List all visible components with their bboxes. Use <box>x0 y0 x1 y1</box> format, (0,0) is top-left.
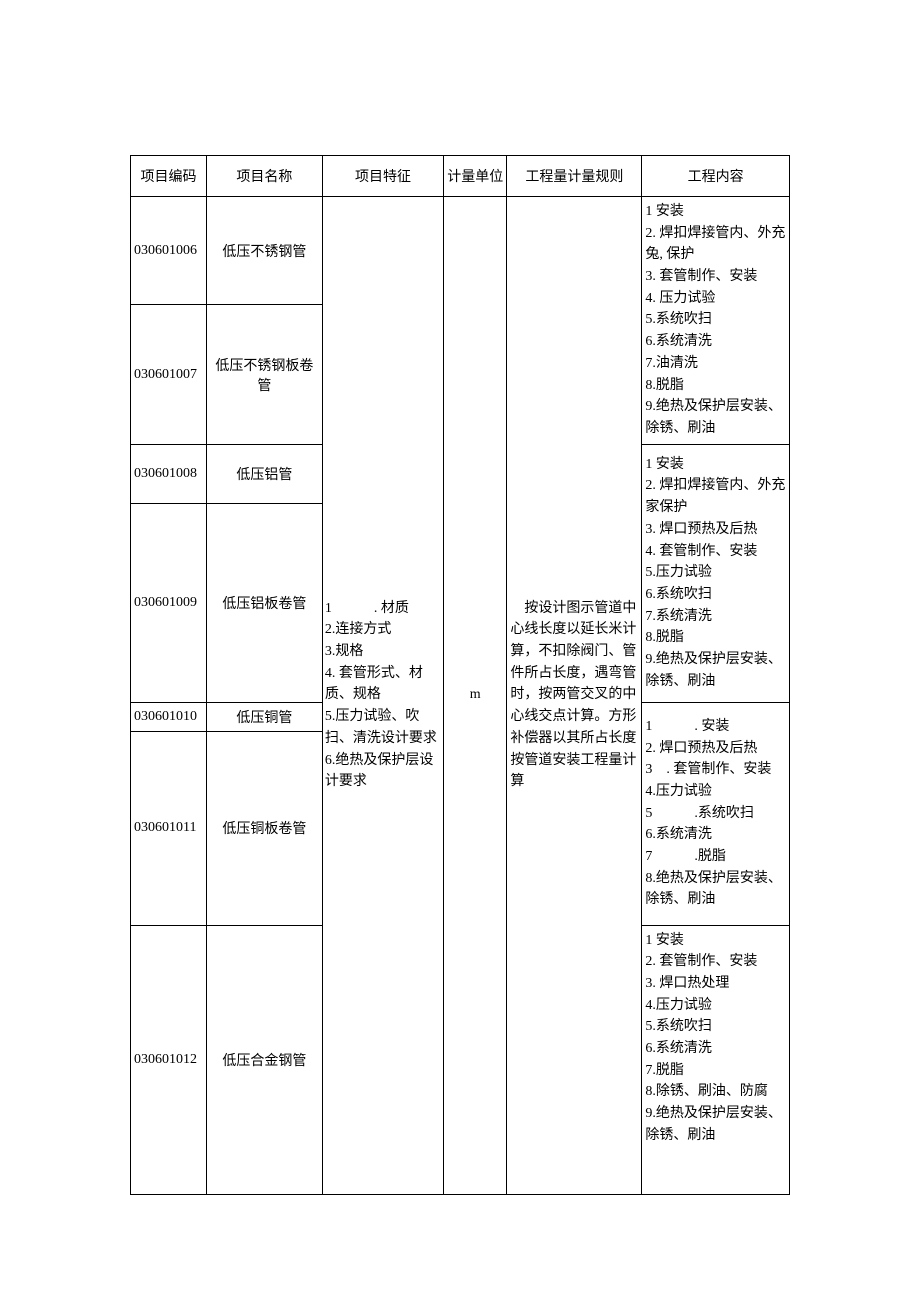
content-line: 8.脱脂 <box>645 375 786 397</box>
content-line: 9.绝热及保护层安装、除锈、刷油 <box>645 1103 786 1146</box>
content-line: 4.压力试验 <box>645 781 786 803</box>
feature-line: 6.绝热及保护层设计要求 <box>325 750 440 793</box>
content-line: 3 . 套管制作、安装 <box>645 759 786 781</box>
spec-table: 项目编码 项目名称 项目特征 计量单位 工程量计量规则 工程内容 0306010… <box>130 155 790 1195</box>
cell-content-b: 1 安装 2. 焊扣焊接管内、外充家保护 3. 焊口预热及后热 4. 套管制作、… <box>642 444 790 702</box>
header-feature: 项目特征 <box>322 156 443 197</box>
cell-content-c: 1 . 安装 2. 焊口预热及后热 3 . 套管制作、安装 4.压力试验 5 .… <box>642 702 790 925</box>
content-line: 6.系统清洗 <box>645 824 786 846</box>
cell-feature: 1 . 材质 2.连接方式 3.规格 4. 套管形式、材质、规格 5.压力试验、… <box>322 197 443 1195</box>
feature-line: 1 . 材质 <box>325 598 440 620</box>
content-line: 5.系统吹扫 <box>645 309 786 331</box>
cell-unit: m <box>444 197 507 1195</box>
cell-name: 低压铝板卷管 <box>206 503 322 702</box>
table-header-row: 项目编码 项目名称 项目特征 计量单位 工程量计量规则 工程内容 <box>131 156 790 197</box>
cell-code: 030601008 <box>131 444 207 503</box>
content-line: 7.脱脂 <box>645 1060 786 1082</box>
content-line: 7 .脱脂 <box>645 846 786 868</box>
feature-line: 4. 套管形式、材质、规格 <box>325 663 440 706</box>
content-line: 5 .系统吹扫 <box>645 803 786 825</box>
content-line: 2. 焊扣焊接管内、外充家保护 <box>645 475 786 518</box>
cell-rule: 按设计图示管道中心线长度以延长米计算，不扣除阀门、管件所占长度，遇弯管时，按两管… <box>507 197 642 1195</box>
content-line: 3. 套管制作、安装 <box>645 266 786 288</box>
cell-name: 低压不锈钢板卷管 <box>206 305 322 444</box>
feature-line: 2.连接方式 <box>325 619 440 641</box>
content-line: 2. 套管制作、安装 <box>645 951 786 973</box>
cell-content-a: 1 安装 2. 焊扣焊接管内、外充兔, 保护 3. 套管制作、安装 4. 压力试… <box>642 197 790 445</box>
content-line: 2. 焊扣焊接管内、外充兔, 保护 <box>645 223 786 266</box>
content-line: 1 . 安装 <box>645 716 786 738</box>
content-line: 1 安装 <box>645 201 786 223</box>
content-line: 6.系统清洗 <box>645 331 786 353</box>
content-line: 4. 套管制作、安装 <box>645 541 786 563</box>
header-content: 工程内容 <box>642 156 790 197</box>
content-line: 1 安装 <box>645 930 786 952</box>
content-line: 6.系统清洗 <box>645 1038 786 1060</box>
table-row: 030601006 低压不锈钢管 1 . 材质 2.连接方式 3.规格 4. 套… <box>131 197 790 305</box>
header-rule: 工程量计量规则 <box>507 156 642 197</box>
header-name: 项目名称 <box>206 156 322 197</box>
cell-name: 低压合金钢管 <box>206 925 322 1194</box>
content-line: 2. 焊口预热及后热 <box>645 738 786 760</box>
content-line: 6.系统吹扫 <box>645 584 786 606</box>
header-code: 项目编码 <box>131 156 207 197</box>
header-unit: 计量单位 <box>444 156 507 197</box>
cell-code: 030601009 <box>131 503 207 702</box>
content-line: 8.绝热及保护层安装、除锈、刷油 <box>645 868 786 911</box>
content-line: 4.压力试验 <box>645 995 786 1017</box>
content-line: 5.系统吹扫 <box>645 1016 786 1038</box>
cell-name: 低压铜管 <box>206 702 322 731</box>
content-line: 7.油清洗 <box>645 353 786 375</box>
content-line: 4. 压力试验 <box>645 288 786 310</box>
cell-code: 030601011 <box>131 731 207 925</box>
content-line: 5.压力试验 <box>645 562 786 584</box>
cell-code: 030601012 <box>131 925 207 1194</box>
feature-line: 3.规格 <box>325 641 440 663</box>
content-line: 1 安装 <box>645 454 786 476</box>
content-line: 8.除锈、刷油、防腐 <box>645 1081 786 1103</box>
content-line: 9.绝热及保护层安装、除锈、刷油 <box>645 396 786 439</box>
cell-content-d: 1 安装 2. 套管制作、安装 3. 焊口热处理 4.压力试验 5.系统吹扫 6… <box>642 925 790 1194</box>
feature-line: 5.压力试验、吹扫、清洗设计要求 <box>325 706 440 749</box>
content-line: 3. 焊口预热及后热 <box>645 519 786 541</box>
content-line: 8.脱脂 <box>645 627 786 649</box>
cell-code: 030601006 <box>131 197 207 305</box>
content-line: 3. 焊口热处理 <box>645 973 786 995</box>
cell-code: 030601010 <box>131 702 207 731</box>
cell-name: 低压铜板卷管 <box>206 731 322 925</box>
cell-name: 低压不锈钢管 <box>206 197 322 305</box>
content-line: 9.绝热及保护层安装、除锈、刷油 <box>645 649 786 692</box>
cell-name: 低压铝管 <box>206 444 322 503</box>
content-line: 7.系统清洗 <box>645 606 786 628</box>
cell-code: 030601007 <box>131 305 207 444</box>
